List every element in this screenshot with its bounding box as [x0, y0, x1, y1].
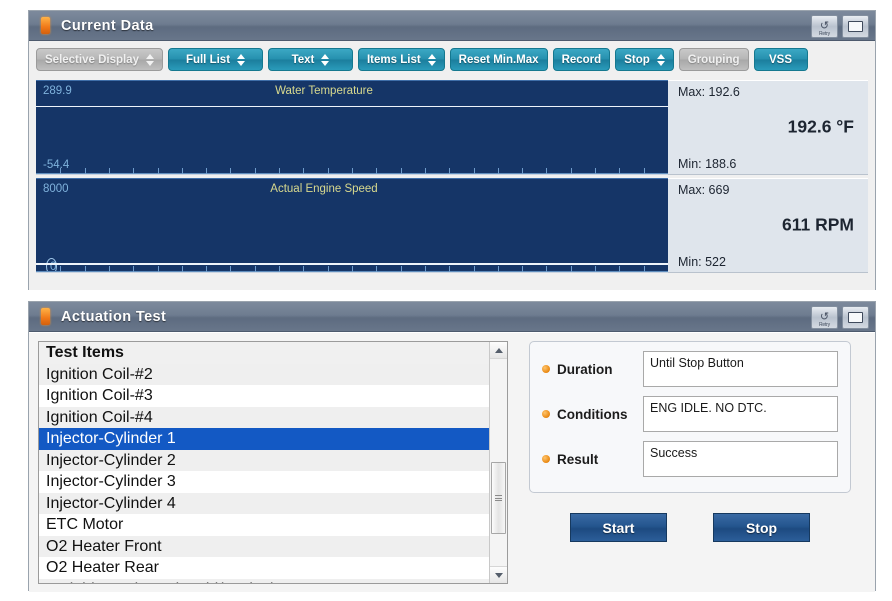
- bullet-icon: [542, 410, 550, 418]
- toolbar-button-grouping[interactable]: Grouping: [678, 48, 749, 71]
- scrollbar-thumb[interactable]: [491, 462, 506, 534]
- status-led-icon: [41, 308, 50, 325]
- test-items-header: Test Items: [39, 342, 489, 364]
- list-item[interactable]: Injector-Cylinder 2: [39, 449, 489, 471]
- list-item[interactable]: Injector-Cylinder 1: [39, 428, 489, 450]
- list-item[interactable]: Variable Intake Solenoid(Option): [39, 578, 489, 583]
- detail-label: Result: [557, 451, 599, 467]
- test-details-panel: Duration Until Stop Button Conditions EN…: [529, 341, 851, 493]
- toolbar-button-items-list[interactable]: Items List: [357, 48, 445, 71]
- readout-max: Max: 192.6: [678, 85, 740, 99]
- retry-label: Retry: [819, 322, 830, 328]
- toolbar-button-selective-display[interactable]: Selective Display: [36, 48, 163, 71]
- list-scrollbar[interactable]: [489, 342, 507, 583]
- graph-area: 289.9 Water Temperature -54.4 Max: 192.6…: [36, 80, 868, 290]
- current-data-body: Selective Display Full List Text Items L…: [29, 41, 875, 290]
- readout-value: 611 RPM: [782, 213, 854, 234]
- actuation-test-window-controls: ↺ Retry: [811, 306, 869, 329]
- current-data-titlebar: Current Data ↺ Retry: [29, 11, 875, 41]
- plot-title: Actual Engine Speed: [270, 183, 378, 195]
- readout-min: Min: 522: [678, 255, 726, 269]
- readout-water-temperature: Max: 192.6 192.6 °F Min: 188.6: [668, 80, 868, 175]
- detail-value-duration: Until Stop Button: [643, 351, 838, 387]
- list-item[interactable]: O2 Heater Front: [39, 535, 489, 557]
- stop-button[interactable]: Stop: [713, 513, 810, 542]
- app-root: Current Data ↺ Retry Selective Display F…: [0, 0, 892, 601]
- detail-row-result: Result Success: [542, 441, 838, 477]
- toolbar-button-text[interactable]: Text: [267, 48, 353, 71]
- current-data-toolbar: Selective Display Full List Text Items L…: [29, 41, 875, 77]
- toolbar-button-label: Reset Min.Max: [458, 53, 539, 66]
- detail-row-conditions: Conditions ENG IDLE. NO DTC.: [542, 396, 838, 432]
- list-item[interactable]: ETC Motor: [39, 514, 489, 536]
- toolbar-button-reset-min-max[interactable]: Reset Min.Max: [449, 48, 548, 71]
- grip-icon: [495, 494, 502, 503]
- toolbar-button-label: Grouping: [687, 53, 740, 66]
- toolbar-button-label: Record: [561, 53, 602, 66]
- maximize-icon: [848, 21, 863, 32]
- start-button[interactable]: Start: [570, 513, 667, 542]
- toolbar-button-label: Selective Display: [45, 53, 139, 66]
- plot-title: Water Temperature: [275, 85, 373, 97]
- bullet-icon: [542, 455, 550, 463]
- detail-value-conditions: ENG IDLE. NO DTC.: [643, 396, 838, 432]
- toolbar-button-label: Text: [291, 53, 315, 66]
- plot-trace-line: [36, 105, 668, 108]
- current-data-window-controls: ↺ Retry: [811, 15, 869, 38]
- spinner-icon[interactable]: [321, 53, 330, 66]
- graph-row-actual-engine-speed: 8000 Actual Engine Speed 0 Max: 669 611 …: [36, 178, 868, 273]
- retry-button[interactable]: ↺ Retry: [811, 15, 838, 38]
- spinner-icon[interactable]: [427, 53, 436, 66]
- list-item[interactable]: O2 Heater Rear: [39, 557, 489, 579]
- maximize-button[interactable]: [842, 15, 869, 38]
- toolbar-button-label: Full List: [185, 53, 231, 66]
- test-items-list[interactable]: Test Items Ignition Coil-#2 Ignition Coil…: [39, 342, 489, 583]
- list-item[interactable]: Injector-Cylinder 4: [39, 492, 489, 514]
- detail-label: Conditions: [557, 406, 628, 422]
- status-led-icon: [41, 17, 50, 34]
- scroll-up-arrow-icon[interactable]: [490, 342, 507, 359]
- detail-label: Duration: [557, 361, 613, 377]
- maximize-button[interactable]: [842, 306, 869, 329]
- graph-row-water-temperature: 289.9 Water Temperature -54.4 Max: 192.6…: [36, 80, 868, 175]
- list-item[interactable]: Ignition Coil-#4: [39, 406, 489, 428]
- readout-max: Max: 669: [678, 183, 730, 197]
- actuation-test-window: Actuation Test ↺ Retry Test Items Igniti…: [28, 301, 876, 592]
- actuation-test-title: Actuation Test: [61, 308, 167, 325]
- detail-row-duration: Duration Until Stop Button: [542, 351, 838, 387]
- spinner-icon[interactable]: [237, 53, 246, 66]
- list-item[interactable]: Ignition Coil-#3: [39, 385, 489, 407]
- retry-label: Retry: [819, 31, 830, 37]
- bullet-icon: [542, 365, 550, 373]
- plot-water-temperature[interactable]: 289.9 Water Temperature -54.4: [36, 80, 668, 175]
- readout-min: Min: 188.6: [678, 157, 737, 171]
- plot-actual-engine-speed[interactable]: 8000 Actual Engine Speed 0: [36, 178, 668, 273]
- spinner-icon[interactable]: [656, 53, 665, 66]
- list-item[interactable]: Injector-Cylinder 3: [39, 471, 489, 493]
- maximize-icon: [848, 312, 863, 323]
- detail-value-result: Success: [643, 441, 838, 477]
- readout-actual-engine-speed: Max: 669 611 RPM Min: 522: [668, 178, 868, 273]
- retry-button[interactable]: ↺ Retry: [811, 306, 838, 329]
- test-items-listbox[interactable]: Test Items Ignition Coil-#2 Ignition Coil…: [38, 341, 508, 584]
- readout-value: 192.6 °F: [787, 115, 854, 136]
- actuation-test-titlebar: Actuation Test ↺ Retry: [29, 302, 875, 332]
- spinner-icon[interactable]: [145, 53, 154, 66]
- list-item[interactable]: Ignition Coil-#2: [39, 363, 489, 385]
- current-data-window: Current Data ↺ Retry Selective Display F…: [28, 10, 876, 290]
- toolbar-button-stop[interactable]: Stop: [615, 48, 674, 71]
- toolbar-button-vss[interactable]: VSS: [753, 48, 808, 71]
- plot-tick-marks: [36, 167, 668, 174]
- scroll-down-arrow-icon[interactable]: [490, 566, 507, 583]
- actuation-actions: Start Stop: [529, 513, 851, 542]
- toolbar-button-label: Items List: [366, 53, 421, 66]
- actuation-test-body: Test Items Ignition Coil-#2 Ignition Coil…: [29, 332, 875, 592]
- toolbar-button-label: Stop: [624, 53, 650, 66]
- toolbar-button-label: VSS: [768, 53, 792, 66]
- toolbar-button-full-list[interactable]: Full List: [167, 48, 263, 71]
- toolbar-button-record[interactable]: Record: [552, 48, 611, 71]
- current-data-title: Current Data: [61, 17, 154, 34]
- plot-tick-marks: [36, 265, 668, 272]
